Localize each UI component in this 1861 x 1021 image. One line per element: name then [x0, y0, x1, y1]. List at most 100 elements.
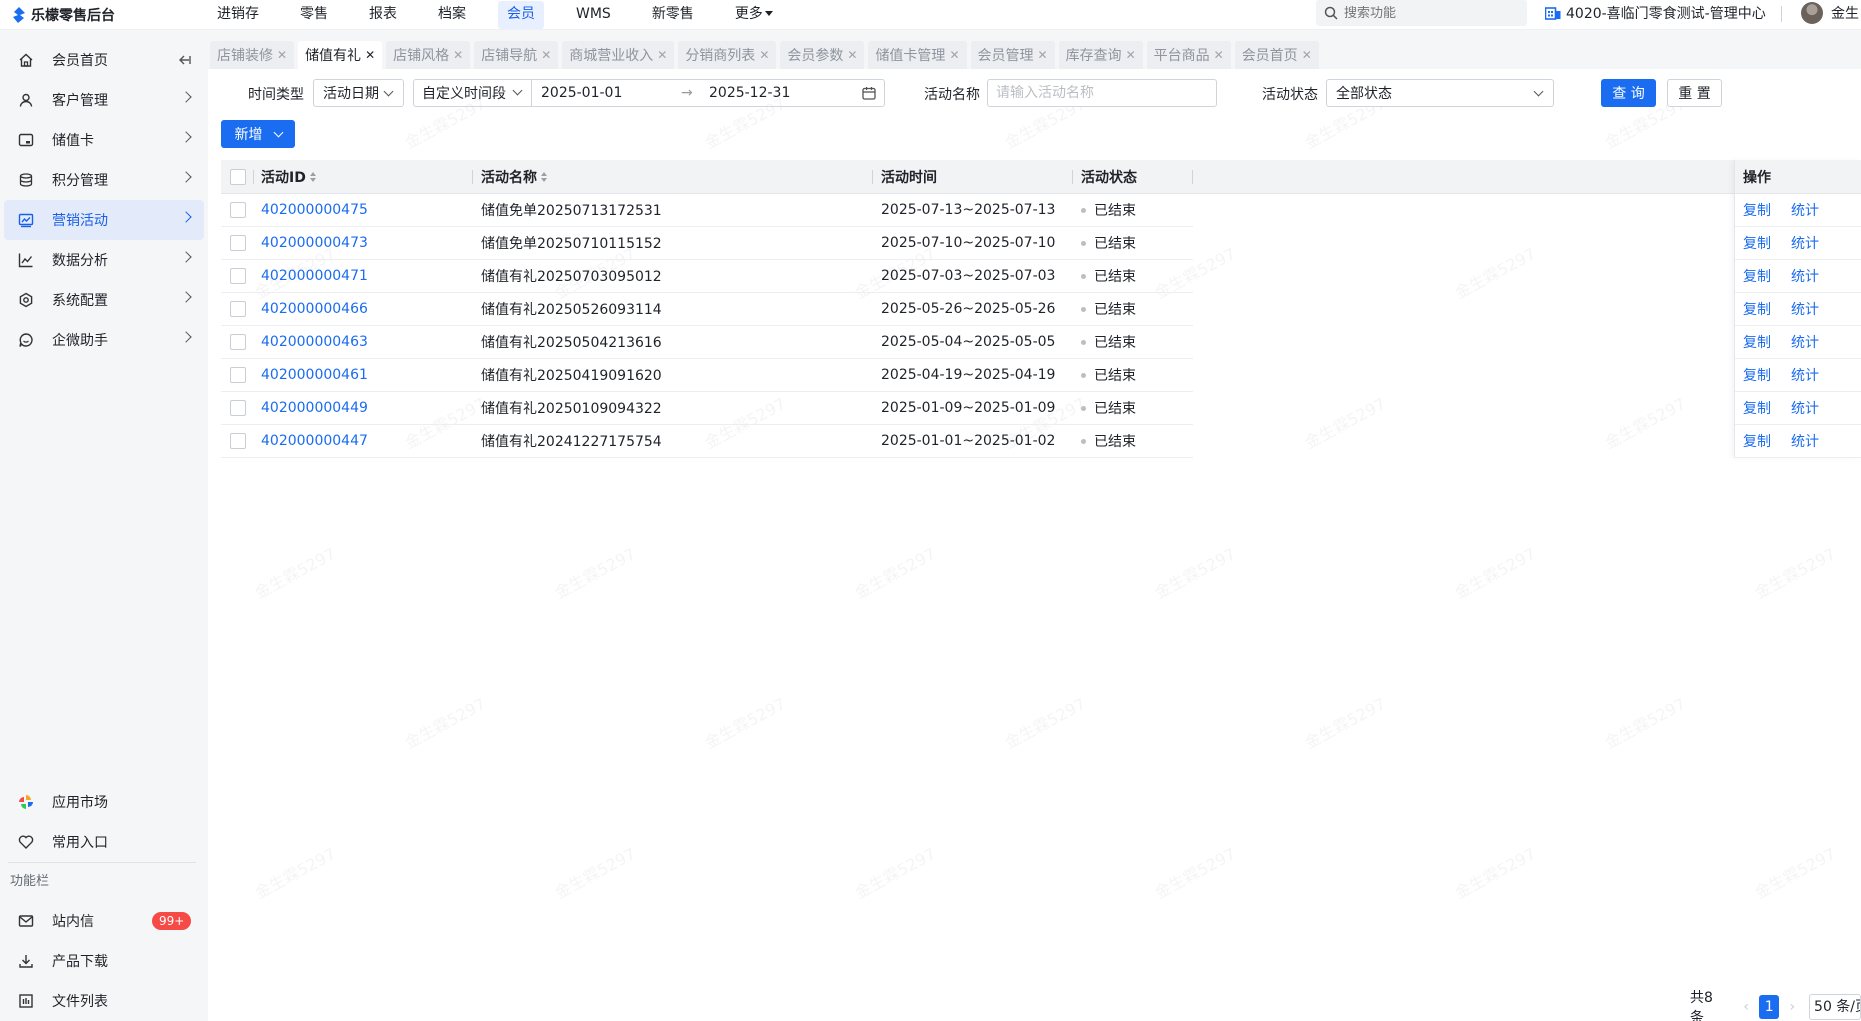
sidebar-item-messages[interactable]: 站内信 99+ [4, 901, 204, 941]
sidebar-item-chart-board[interactable]: 营销活动 [4, 200, 204, 240]
column-header-name[interactable]: 活动名称 [481, 160, 547, 193]
copy-link[interactable]: 复制 [1743, 332, 1771, 352]
row-checkbox[interactable] [230, 367, 246, 383]
close-icon[interactable]: ✕ [453, 48, 463, 62]
tab-item[interactable]: 商城营业收入 ✕ [562, 41, 675, 69]
copy-link[interactable]: 复制 [1743, 431, 1771, 451]
tab-item[interactable]: 平台商品 ✕ [1146, 41, 1231, 69]
prev-page-icon[interactable]: ‹ [1739, 999, 1753, 1015]
tab-item[interactable]: 会员首页 ✕ [1234, 41, 1319, 69]
sidebar-item-coins[interactable]: 积分管理 [4, 160, 204, 200]
copy-link[interactable]: 复制 [1743, 266, 1771, 286]
stats-link[interactable]: 统计 [1791, 266, 1819, 286]
close-icon[interactable]: ✕ [759, 48, 769, 62]
top-nav-item[interactable]: WMS [567, 1, 620, 29]
activity-id-link[interactable]: 402000000461 [261, 359, 368, 391]
sidebar-item-settings[interactable]: 系统配置 [4, 280, 204, 320]
copy-link[interactable]: 复制 [1743, 299, 1771, 319]
top-search-input[interactable] [1344, 5, 1514, 21]
sidebar-item-download[interactable]: 产品下载 [4, 941, 204, 981]
activity-id-link[interactable]: 402000000471 [261, 260, 368, 292]
tab-item[interactable]: 店铺装修 ✕ [210, 41, 295, 69]
copy-link[interactable]: 复制 [1743, 233, 1771, 253]
end-date[interactable]: 2025-12-31 [709, 85, 849, 101]
close-icon[interactable]: ✕ [847, 48, 857, 62]
activity-id-link[interactable]: 402000000466 [261, 293, 368, 325]
stats-link[interactable]: 统计 [1791, 431, 1819, 451]
top-search[interactable] [1316, 0, 1527, 26]
stats-link[interactable]: 统计 [1791, 332, 1819, 352]
date-range-picker[interactable]: 自定义时间段 2025-01-01 → 2025-12-31 [413, 79, 885, 107]
tab-item[interactable]: 分销商列表 ✕ [678, 41, 777, 69]
activity-status-select[interactable]: 全部状态 [1326, 79, 1554, 107]
range-type-select[interactable]: 自定义时间段 [414, 80, 532, 106]
row-checkbox[interactable] [230, 334, 246, 350]
stats-link[interactable]: 统计 [1791, 200, 1819, 220]
sort-icon[interactable] [541, 171, 547, 182]
top-nav-item[interactable]: 进销存 [208, 1, 268, 29]
time-type-select[interactable]: 活动日期 [313, 79, 404, 107]
close-icon[interactable]: ✕ [365, 48, 375, 62]
top-nav-item[interactable]: 档案 [429, 1, 475, 29]
stats-link[interactable]: 统计 [1791, 233, 1819, 253]
sidebar-item-user[interactable]: 客户管理 [4, 80, 204, 120]
row-checkbox[interactable] [230, 202, 246, 218]
activity-name-input[interactable] [987, 79, 1217, 107]
tab-item[interactable]: 店铺导航 ✕ [474, 41, 559, 69]
sidebar-item-app-market[interactable]: 应用市场 [4, 782, 204, 822]
close-icon[interactable]: ✕ [277, 48, 287, 62]
sidebar-item-files[interactable]: 文件列表 [4, 981, 204, 1021]
start-date[interactable]: 2025-01-01 [541, 85, 681, 101]
close-icon[interactable]: ✕ [1126, 48, 1136, 62]
activity-id-link[interactable]: 402000000449 [261, 392, 368, 424]
reset-button[interactable]: 重 置 [1667, 79, 1722, 107]
row-checkbox[interactable] [230, 301, 246, 317]
column-header-id[interactable]: 活动ID [261, 160, 316, 193]
copy-link[interactable]: 复制 [1743, 365, 1771, 385]
row-checkbox[interactable] [230, 235, 246, 251]
close-icon[interactable]: ✕ [1214, 48, 1224, 62]
close-icon[interactable]: ✕ [1038, 48, 1048, 62]
store-switcher[interactable]: 4020-喜临门零食测试-管理中心 [1545, 0, 1766, 26]
activity-id-link[interactable]: 402000000463 [261, 326, 368, 358]
row-checkbox[interactable] [230, 268, 246, 284]
sidebar-item-favorites[interactable]: 常用入口 [4, 822, 204, 862]
stats-link[interactable]: 统计 [1791, 365, 1819, 385]
page-size-select[interactable]: 50 条/页 [1809, 994, 1861, 1020]
collapse-sidebar-icon[interactable] [176, 52, 192, 68]
top-nav-item[interactable]: 更多 [726, 1, 782, 29]
row-checkbox[interactable] [230, 433, 246, 449]
close-icon[interactable]: ✕ [657, 48, 667, 62]
sidebar-item-line-chart[interactable]: 数据分析 [4, 240, 204, 280]
top-nav-item[interactable]: 新零售 [643, 1, 703, 29]
tab-item[interactable]: 储值卡管理 ✕ [868, 41, 967, 69]
close-icon[interactable]: ✕ [949, 48, 959, 62]
stats-link[interactable]: 统计 [1791, 299, 1819, 319]
close-icon[interactable]: ✕ [1302, 48, 1312, 62]
tab-item[interactable]: 会员管理 ✕ [970, 41, 1055, 69]
activity-id-link[interactable]: 402000000475 [261, 194, 368, 226]
sidebar-item-card[interactable]: 储值卡 [4, 120, 204, 160]
add-button[interactable]: 新增 [221, 120, 295, 148]
sidebar-item-home[interactable]: 会员首页 [4, 40, 204, 80]
copy-link[interactable]: 复制 [1743, 398, 1771, 418]
top-nav-item[interactable]: 会员 [498, 0, 544, 29]
tab-item[interactable]: 店铺风格 ✕ [386, 41, 471, 69]
tab-item[interactable]: 储值有礼 ✕ [298, 41, 383, 69]
brand[interactable]: 乐檬零售后台 [0, 0, 208, 30]
top-nav-item[interactable]: 报表 [360, 1, 406, 29]
tab-item[interactable]: 库存查询 ✕ [1058, 41, 1143, 69]
page-number-current[interactable]: 1 [1759, 995, 1780, 1019]
select-all-checkbox[interactable] [230, 168, 246, 185]
top-nav-item[interactable]: 零售 [291, 1, 337, 29]
close-icon[interactable]: ✕ [541, 48, 551, 62]
stats-link[interactable]: 统计 [1791, 398, 1819, 418]
copy-link[interactable]: 复制 [1743, 200, 1771, 220]
activity-id-link[interactable]: 402000000473 [261, 227, 368, 259]
user-menu[interactable]: 金生 [1801, 0, 1859, 26]
sort-icon[interactable] [309, 171, 316, 182]
sidebar-item-chat[interactable]: 企微助手 [4, 320, 204, 360]
next-page-icon[interactable]: › [1785, 999, 1799, 1015]
row-checkbox[interactable] [230, 400, 246, 416]
tab-item[interactable]: 会员参数 ✕ [780, 41, 865, 69]
